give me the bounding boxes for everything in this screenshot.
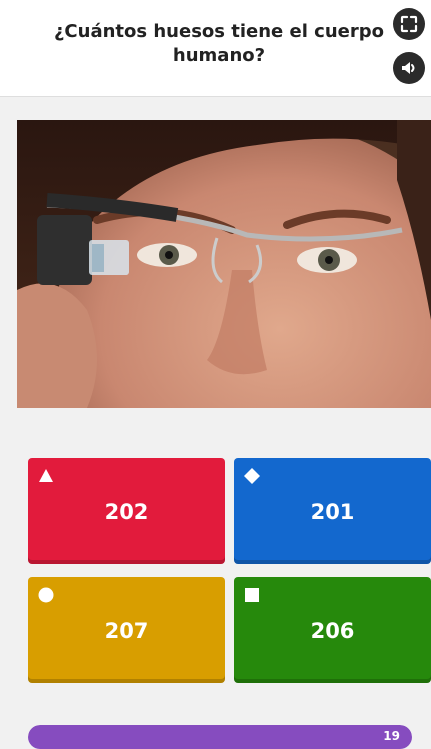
answer-blue-diamond[interactable]: 201	[234, 458, 431, 564]
answer-red-triangle[interactable]: 202	[28, 458, 225, 564]
speaker-icon	[402, 62, 415, 74]
fullscreen-button[interactable]	[393, 8, 425, 40]
answer-value: 201	[310, 500, 355, 524]
answer-value: 206	[310, 619, 355, 643]
answer-value: 207	[104, 619, 149, 643]
sound-button[interactable]	[393, 52, 425, 84]
question-header: ¿Cuántos huesos tiene el cuerpo humano?	[0, 0, 431, 97]
square-icon	[245, 588, 259, 602]
diamond-icon	[244, 468, 260, 484]
triangle-icon	[39, 469, 53, 482]
answer-green-square[interactable]: 206	[234, 577, 431, 683]
timer-count: 19	[383, 729, 400, 743]
timer-fill: 19	[28, 725, 412, 749]
question-image	[17, 120, 431, 408]
timer-bar: 19	[28, 725, 412, 749]
answer-value: 202	[104, 500, 149, 524]
question-text: ¿Cuántos huesos tiene el cuerpo humano?	[53, 21, 384, 66]
circle-icon	[38, 587, 54, 603]
answer-yellow-circle[interactable]: 207	[28, 577, 225, 683]
fullscreen-icon	[400, 15, 418, 33]
